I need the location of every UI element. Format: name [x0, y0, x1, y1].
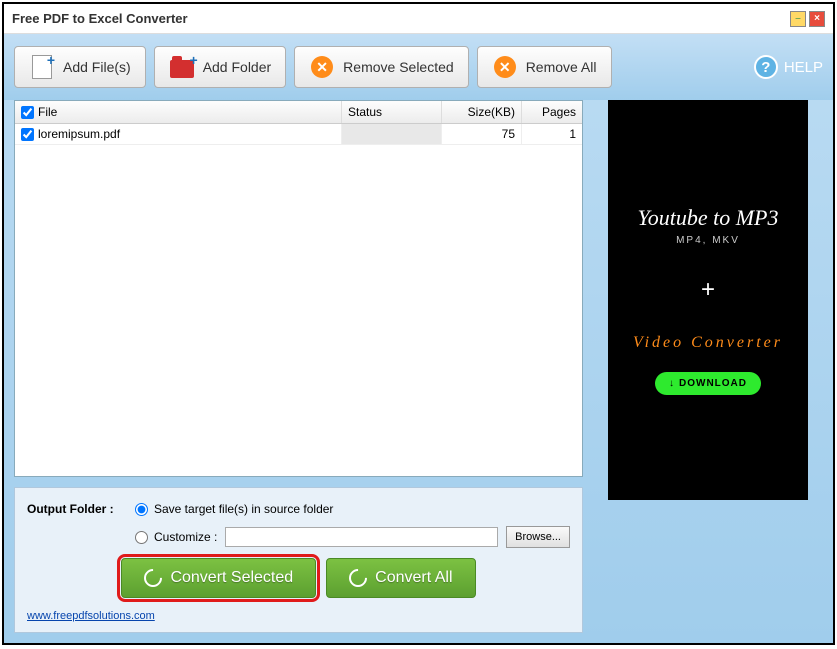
help-button[interactable]: ? HELP	[754, 55, 823, 79]
refresh-icon	[345, 565, 370, 590]
folder-add-icon	[169, 54, 195, 80]
add-files-label: Add File(s)	[63, 59, 131, 75]
table-header: File Status Size(KB) Pages	[15, 101, 582, 124]
file-add-icon	[29, 54, 55, 80]
remove-all-icon: ✕	[492, 54, 518, 80]
toolbar: Add File(s) Add Folder ✕ Remove Selected…	[4, 34, 833, 100]
save-source-radio[interactable]	[135, 503, 148, 516]
close-button[interactable]: ×	[809, 11, 825, 27]
ad-subtitle: MP4, MKV	[676, 235, 740, 246]
customize-radio-row[interactable]: Customize :	[135, 530, 217, 544]
convert-selected-label: Convert Selected	[170, 569, 293, 587]
convert-all-button[interactable]: Convert All	[326, 558, 475, 598]
row-checkbox[interactable]	[21, 128, 34, 141]
file-table: File Status Size(KB) Pages loremipsum.pd…	[14, 100, 583, 477]
ad-video-converter: Video Converter	[633, 334, 783, 352]
left-column: File Status Size(KB) Pages loremipsum.pd…	[14, 100, 583, 633]
titlebar: Free PDF to Excel Converter – ×	[4, 4, 833, 34]
add-folder-label: Add Folder	[203, 59, 271, 75]
ad-download-button[interactable]: ↓ DOWNLOAD	[655, 372, 761, 395]
minimize-button[interactable]: –	[790, 11, 806, 27]
right-column: Youtube to MP3 MP4, MKV + Video Converte…	[593, 100, 823, 633]
refresh-icon	[141, 565, 166, 590]
browse-button[interactable]: Browse...	[506, 526, 570, 548]
save-source-label: Save target file(s) in source folder	[154, 502, 333, 516]
download-icon: ↓	[669, 378, 675, 389]
output-panel: Output Folder : Save target file(s) in s…	[14, 487, 583, 633]
output-folder-label: Output Folder :	[27, 502, 127, 516]
header-file[interactable]: File	[15, 101, 342, 123]
remove-selected-label: Remove Selected	[343, 59, 454, 75]
main-area: File Status Size(KB) Pages loremipsum.pd…	[4, 100, 833, 643]
row-size: 75	[442, 124, 522, 144]
remove-selected-button[interactable]: ✕ Remove Selected	[294, 46, 469, 88]
header-status[interactable]: Status	[342, 101, 442, 123]
table-body: loremipsum.pdf 75 1	[15, 124, 582, 476]
website-link[interactable]: www.freepdfsolutions.com	[27, 610, 155, 622]
header-pages[interactable]: Pages	[522, 101, 582, 123]
customize-radio[interactable]	[135, 531, 148, 544]
window-title: Free PDF to Excel Converter	[12, 11, 790, 26]
row-pages: 1	[522, 124, 582, 144]
header-size[interactable]: Size(KB)	[442, 101, 522, 123]
app-window: Free PDF to Excel Converter – × Add File…	[2, 2, 835, 645]
customize-label: Customize :	[154, 530, 217, 544]
remove-icon: ✕	[309, 54, 335, 80]
convert-all-label: Convert All	[375, 569, 452, 587]
remove-all-label: Remove All	[526, 59, 597, 75]
ad-title: Youtube to MP3	[638, 205, 779, 231]
ad-plus-icon: +	[701, 276, 715, 304]
row-status	[342, 124, 442, 144]
table-row[interactable]: loremipsum.pdf 75 1	[15, 124, 582, 145]
remove-all-button[interactable]: ✕ Remove All	[477, 46, 612, 88]
row-filename: loremipsum.pdf	[38, 127, 120, 141]
ad-download-label: DOWNLOAD	[679, 378, 747, 389]
add-folder-button[interactable]: Add Folder	[154, 46, 286, 88]
add-files-button[interactable]: Add File(s)	[14, 46, 146, 88]
convert-selected-button[interactable]: Convert Selected	[121, 558, 316, 598]
help-label: HELP	[784, 59, 823, 76]
ad-banner[interactable]: Youtube to MP3 MP4, MKV + Video Converte…	[608, 100, 808, 500]
select-all-checkbox[interactable]	[21, 106, 34, 119]
help-icon: ?	[754, 55, 778, 79]
customize-path-input[interactable]	[225, 527, 498, 547]
save-source-radio-row[interactable]: Save target file(s) in source folder	[135, 502, 333, 516]
